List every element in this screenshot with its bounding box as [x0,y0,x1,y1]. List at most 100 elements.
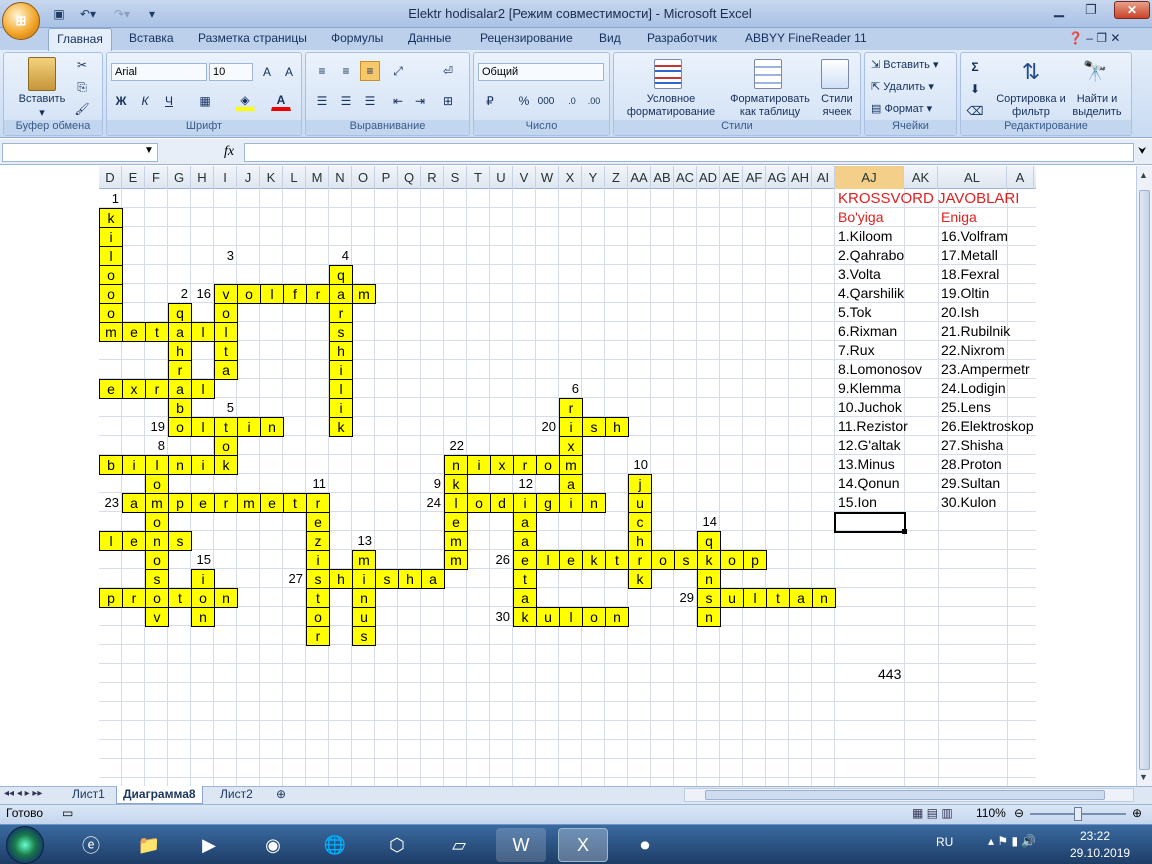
underline-button[interactable]: Ч [159,91,179,111]
ie-icon[interactable]: ⓔ [66,828,116,862]
record-icon[interactable]: ⏺ [620,828,670,862]
increase-decimal-icon[interactable]: .0 [562,91,582,111]
answer-down[interactable]: 21.Rubilnik [941,322,1010,341]
clue-number[interactable]: 13 [352,531,375,550]
crossword-cell[interactable]: i [513,493,537,513]
crossword-cell[interactable]: r [122,588,146,608]
column-header[interactable]: AC [674,166,697,189]
column-header[interactable]: Z [605,166,628,189]
crossword-cell[interactable]: h [605,417,629,437]
thousands-button[interactable]: 000 [536,91,556,111]
crossword-cell[interactable]: o [651,550,675,570]
crossword-cell[interactable]: k [214,455,238,475]
crossword-cell[interactable]: k [99,208,123,228]
crossword-cell[interactable]: r [513,455,537,475]
crossword-cell[interactable]: n [444,455,468,475]
crossword-cell[interactable]: p [168,493,192,513]
zoom-in-icon[interactable]: ⊕ [1132,806,1142,820]
crossword-cell[interactable]: k [513,607,537,627]
column-header[interactable]: G [168,166,191,189]
crossword-cell[interactable]: m [145,493,169,513]
answer-across[interactable]: 8.Lomonosov [838,360,922,379]
crossword-cell[interactable]: k [329,417,353,437]
crossword-cell[interactable]: o [168,417,192,437]
answer-down[interactable]: 29.Sultan [941,474,1000,493]
crossword-cell[interactable]: l [559,607,583,627]
crossword-cell[interactable]: e [99,379,123,399]
answer-across[interactable]: 6.Rixman [838,322,897,341]
crossword-cell[interactable]: n [605,607,629,627]
fx-icon[interactable]: fx [224,144,234,160]
clue-number[interactable]: 27 [283,569,306,588]
crossword-cell[interactable]: l [99,246,123,266]
column-header[interactable]: K [260,166,283,189]
cut-icon[interactable]: ✂ [72,55,92,75]
tab-developer[interactable]: Разработчик [647,31,717,49]
answer-down[interactable]: 27.Shisha [941,436,1003,455]
crossword-cell[interactable]: v [145,607,169,627]
crossword-cell[interactable]: o [582,607,606,627]
column-header[interactable]: AI [812,166,835,189]
office-button[interactable]: ⊞ [2,2,40,40]
answer-down[interactable]: 16.Volfram [941,227,1008,246]
crossword-cell[interactable]: r [145,379,169,399]
crossword-cell[interactable]: o [99,265,123,285]
crossword-cell[interactable]: o [145,550,169,570]
tab-data[interactable]: Данные [408,31,451,49]
crossword-cell[interactable]: t [766,588,790,608]
sheet-nav-icon[interactable]: ◂◂ ◂ ▸ ▸▸ [4,788,42,799]
crossword-cell[interactable]: z [306,531,330,551]
crossword-cell[interactable]: e [122,531,146,551]
crossword-cell[interactable]: n [812,588,836,608]
conditional-format-button[interactable]: Условное форматирование [616,93,726,119]
column-header[interactable]: R [421,166,444,189]
fill-color-icon[interactable]: ◈ [235,91,255,111]
clue-number[interactable]: 14 [697,512,720,531]
clue-number[interactable]: 30 [490,607,513,626]
tab-page-layout[interactable]: Разметка страницы [198,31,307,49]
clue-number[interactable]: 4 [329,246,352,265]
crossword-cell[interactable]: t [168,588,192,608]
answer-across[interactable]: 1.Kiloom [838,227,892,246]
crossword-cell[interactable]: q [329,265,353,285]
crossword-cell[interactable]: a [168,322,192,342]
crossword-cell[interactable]: i [306,550,330,570]
clue-number[interactable]: 9 [421,474,444,493]
paste-button[interactable]: Вставить [12,93,72,106]
grow-font-icon[interactable]: A [257,62,277,82]
column-header[interactable]: I [214,166,237,189]
sheet-tab-3[interactable]: Лист2 [214,786,259,804]
crossword-cell[interactable]: x [490,455,514,475]
crossword-cell[interactable]: m [352,284,376,304]
answer-down[interactable]: 26.Elektroskop [941,417,1034,436]
crossword-cell[interactable]: s [329,322,353,342]
currency-icon[interactable]: ₽ [480,91,500,111]
tray-icons[interactable]: ▴ ⚑ ▮ 🔊 [988,834,1036,848]
tab-formulas[interactable]: Формулы [331,31,383,49]
column-header[interactable]: A [1007,166,1034,189]
crossword-cell[interactable]: l [444,493,468,513]
crossword-cell[interactable]: e [306,512,330,532]
font-name-select[interactable]: Arial [111,63,207,81]
crossword-cell[interactable]: m [352,550,376,570]
column-header[interactable]: AD [697,166,720,189]
crossword-cell[interactable]: e [260,493,284,513]
crossword-cell[interactable]: r [329,303,353,323]
formula-input[interactable] [244,143,1134,162]
cell-styles-button[interactable]: Стили ячеек [817,93,857,119]
crossword-cell[interactable]: x [559,436,583,456]
crossword-cell[interactable]: t [214,417,238,437]
column-header[interactable]: AE [720,166,743,189]
crossword-cell[interactable]: e [559,550,583,570]
tab-insert[interactable]: Вставка [129,31,174,49]
scroll-thumb[interactable] [1139,190,1150,770]
column-header[interactable]: AF [743,166,766,189]
crossword-cell[interactable]: u [628,493,652,513]
find-icon[interactable]: 🔭 [1081,59,1109,89]
answer-down[interactable]: 23.Ampermetr [941,360,1030,379]
clue-number[interactable]: 29 [674,588,697,607]
crossword-cell[interactable]: h [168,341,192,361]
crossword-cell[interactable]: p [743,550,767,570]
align-left-icon[interactable]: ☰ [312,91,332,111]
column-header[interactable]: AA [628,166,651,189]
